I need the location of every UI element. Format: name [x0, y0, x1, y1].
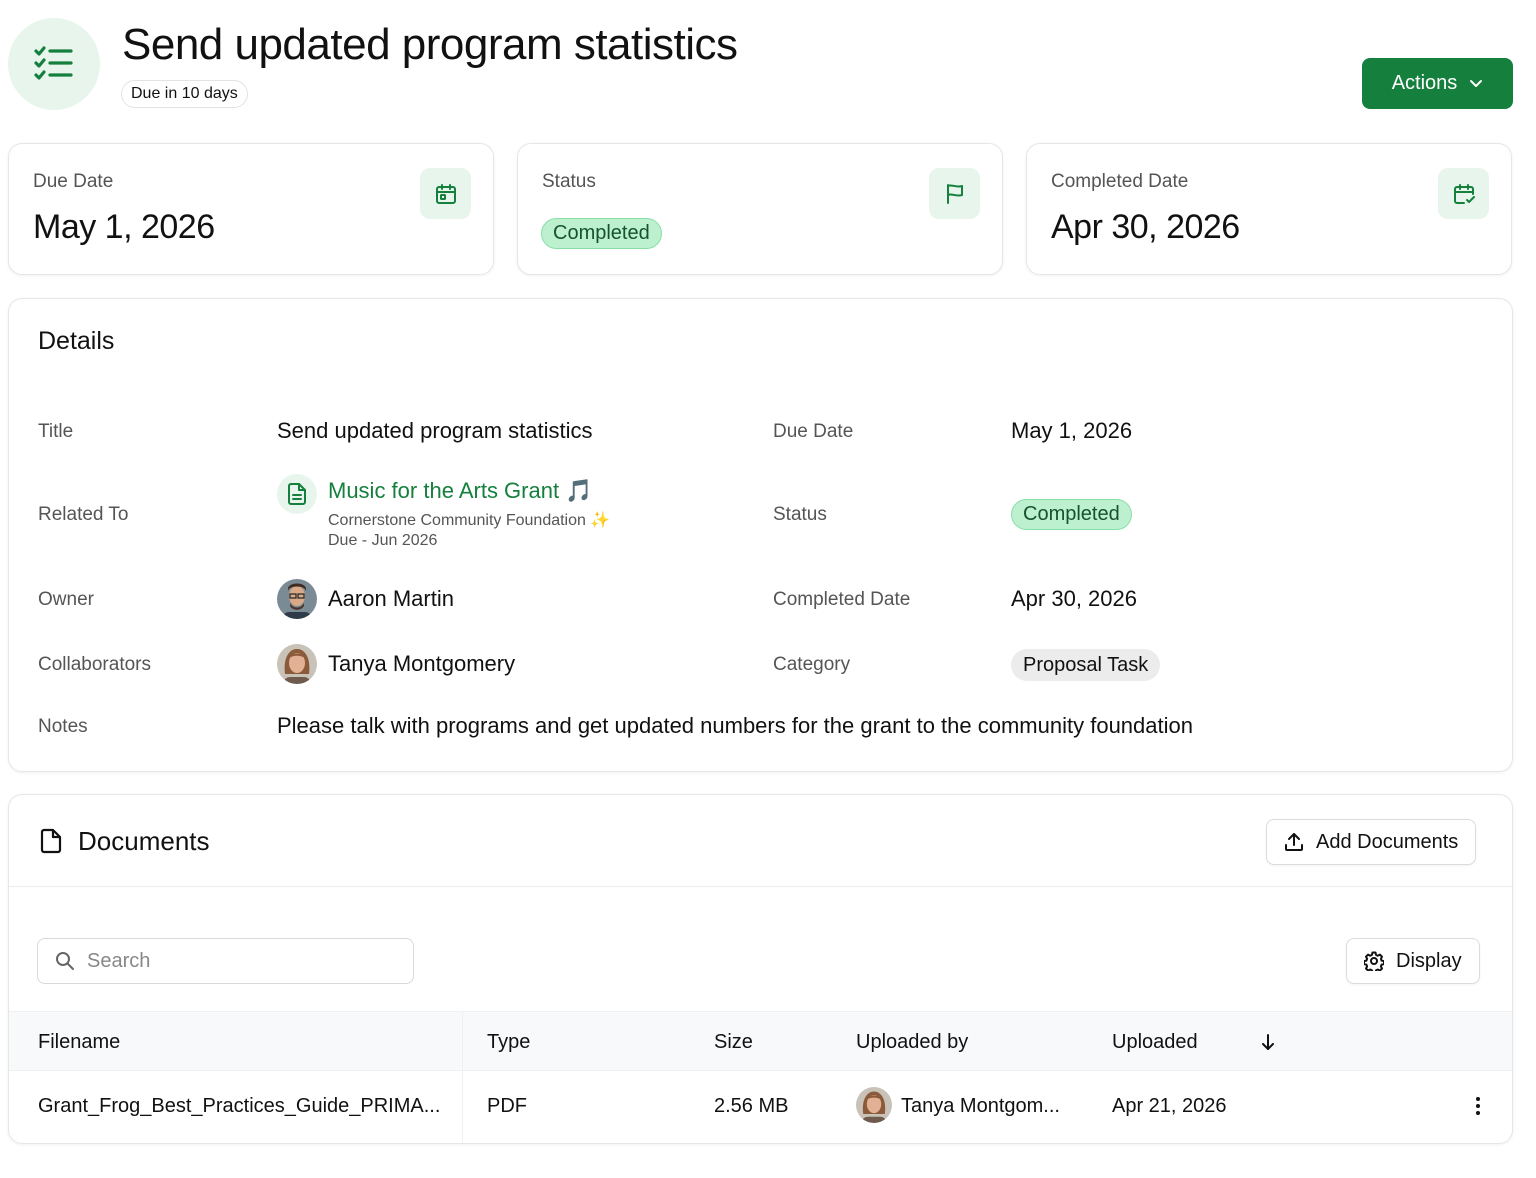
- stat-card-status: Status Completed: [517, 143, 1003, 275]
- status-badge: Completed: [541, 218, 662, 249]
- due-date-value: May 1, 2026: [1011, 418, 1133, 443]
- display-label: Display: [1396, 949, 1462, 972]
- sparkles-icon: ✨: [590, 512, 611, 529]
- collaborator-avatar: [277, 644, 317, 684]
- completed-date-label: Completed Date: [773, 589, 911, 610]
- collaborator-name: Tanya Montgomery: [328, 651, 516, 676]
- search-icon: [56, 952, 74, 970]
- status-badge: Completed: [1011, 499, 1132, 530]
- column-uploaded-by[interactable]: Uploaded by: [856, 1012, 968, 1072]
- search-box[interactable]: [37, 938, 414, 984]
- details-heading: Details: [38, 327, 115, 355]
- notes-label: Notes: [38, 716, 88, 737]
- related-org: Cornerstone Community Foundation ✨: [328, 510, 610, 530]
- page-title: Send updated program statistics: [122, 20, 738, 69]
- music-note-icon: 🎵: [565, 478, 593, 503]
- due-in-badge: Due in 10 days: [121, 80, 248, 108]
- display-button[interactable]: Display: [1346, 938, 1480, 984]
- related-grant-link[interactable]: Music for the Arts Grant 🎵: [328, 478, 593, 504]
- owner-name: Aaron Martin: [328, 586, 454, 611]
- task-avatar: [8, 18, 100, 110]
- actions-button[interactable]: Actions: [1362, 58, 1513, 109]
- document-icon: [288, 483, 306, 505]
- stat-label: Completed Date: [1051, 171, 1189, 192]
- title-label: Title: [38, 421, 74, 442]
- upload-icon: [1285, 833, 1303, 851]
- checklist-icon: [34, 46, 73, 80]
- stat-card-due-date: Due Date May 1, 2026: [8, 143, 494, 275]
- column-uploaded[interactable]: Uploaded: [1112, 1012, 1198, 1072]
- calendar-check-icon: [1453, 183, 1475, 204]
- column-size[interactable]: Size: [714, 1012, 753, 1072]
- flag-icon: [946, 183, 963, 204]
- column-separator: [462, 1011, 463, 1143]
- stat-value: May 1, 2026: [33, 208, 215, 246]
- person-avatar-icon: [856, 1087, 892, 1123]
- status-label: Status: [773, 504, 827, 525]
- file-link[interactable]: Grant_Frog_Best_Practices_Guide_PRIMA...: [38, 1071, 440, 1141]
- documents-card: Documents Add Documents Display Filename…: [8, 794, 1513, 1144]
- documents-heading: Documents: [78, 826, 210, 856]
- related-org-name: Cornerstone Community Foundation: [328, 512, 586, 529]
- related-label: Related To: [38, 504, 129, 525]
- table-header: Filename Type Size Uploaded by Uploaded: [9, 1011, 1512, 1071]
- person-avatar-icon: [277, 644, 317, 684]
- category-label: Category: [773, 654, 851, 675]
- add-documents-label: Add Documents: [1316, 830, 1459, 853]
- file-size: 2.56 MB: [714, 1095, 789, 1117]
- category-badge: Proposal Task: [1011, 649, 1161, 681]
- actions-label: Actions: [1391, 72, 1458, 94]
- owner-avatar: [277, 579, 317, 619]
- search-input[interactable]: [87, 949, 377, 973]
- column-filename[interactable]: Filename: [38, 1012, 120, 1072]
- stat-label: Status: [542, 171, 596, 192]
- collaborators-label: Collaborators: [38, 654, 151, 675]
- title-value: Send updated program statistics: [277, 418, 593, 443]
- uploaded-date: Apr 21, 2026: [1112, 1095, 1227, 1117]
- details-card: Details Title Send updated program stati…: [8, 298, 1513, 772]
- more-options-icon[interactable]: [1475, 1096, 1481, 1116]
- related-grant-name: Music for the Arts Grant: [328, 478, 560, 503]
- file-icon: [40, 828, 62, 854]
- uploader-name: Tanya Montgom...: [901, 1095, 1060, 1117]
- divider: [9, 886, 1512, 887]
- stat-value: Apr 30, 2026: [1051, 208, 1240, 246]
- calendar-icon: [435, 183, 456, 204]
- stat-card-completed-date: Completed Date Apr 30, 2026: [1026, 143, 1512, 275]
- gear-icon: [1364, 951, 1384, 971]
- uploader-avatar: [856, 1087, 892, 1123]
- arrow-down-icon[interactable]: [1261, 1033, 1275, 1051]
- file-type: PDF: [487, 1095, 527, 1117]
- add-documents-button[interactable]: Add Documents: [1266, 819, 1477, 865]
- completed-date-value: Apr 30, 2026: [1011, 586, 1137, 611]
- owner-label: Owner: [38, 589, 94, 610]
- chevron-down-icon: [1470, 80, 1483, 87]
- notes-value: Please talk with programs and get update…: [277, 713, 1193, 738]
- related-due: Due - Jun 2026: [328, 532, 438, 549]
- stat-label: Due Date: [33, 171, 114, 192]
- column-type[interactable]: Type: [487, 1012, 530, 1072]
- person-avatar-icon: [277, 579, 317, 619]
- due-date-label: Due Date: [773, 421, 854, 442]
